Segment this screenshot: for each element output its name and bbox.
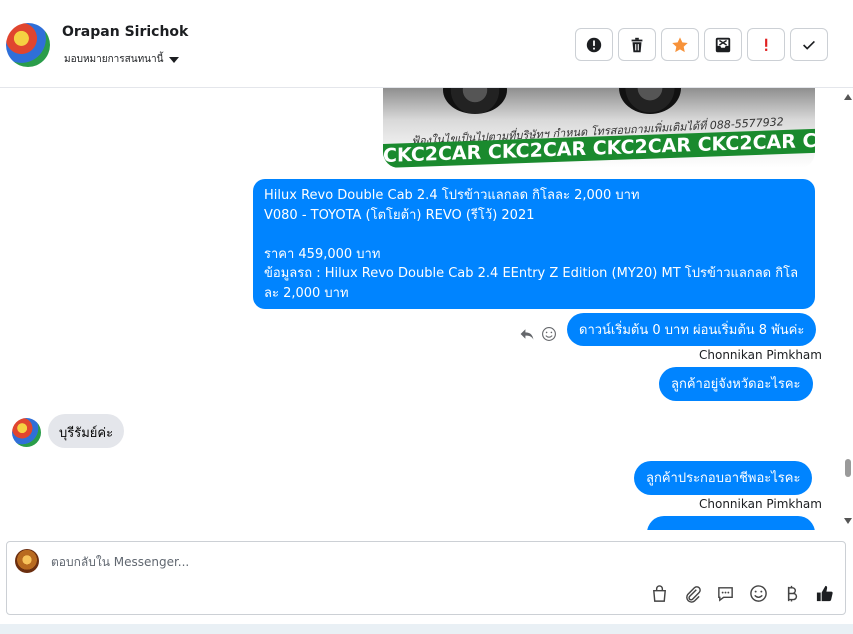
archive-icon [715, 37, 731, 52]
outgoing-message-partial [647, 516, 815, 530]
incoming-message: บุรีรัมย์ค่ะ [48, 414, 125, 448]
send-like-button[interactable] [814, 583, 835, 604]
outgoing-message: ลูกค้าอยู่จังหวัดอะไรคะ [659, 367, 813, 401]
caret-down-icon [169, 56, 180, 63]
emoji-button[interactable] [748, 583, 769, 604]
message-line: ข้อมูลรถ : Hilux Revo Double Cab 2.4 EEn… [264, 266, 799, 301]
outgoing-message: ลูกค้าประกอบอาชีพอะไรคะ [634, 461, 813, 495]
conversation-actions [575, 28, 828, 61]
exclamation-icon [765, 38, 768, 51]
attach-button[interactable] [682, 583, 703, 604]
star-icon [672, 36, 688, 52]
delete-button[interactable] [618, 28, 656, 61]
assign-conversation-dropdown[interactable]: มอบหมายการสนทนานี้ [64, 52, 180, 67]
scroll-down-arrow-icon[interactable] [844, 518, 852, 524]
message-line: ราคา 459,000 บาท [264, 246, 381, 262]
assign-label: มอบหมายการสนทนานี้ [64, 54, 164, 65]
attachment-icon [686, 586, 701, 603]
scroll-up-arrow-icon[interactable] [844, 94, 852, 100]
trash-icon [631, 37, 643, 52]
reply-icon[interactable] [519, 326, 535, 342]
outgoing-message: ดาวน์เริ่มต้น 0 บาท ผ่อนเริ่มต้น 8 พันค่… [567, 313, 817, 346]
contact-avatar[interactable] [6, 23, 50, 67]
conversation-header: Orapan Sirichok มอบหมายการสนทนานี้ [0, 0, 853, 88]
message-line: V080 - TOYOTA (โตโยต้า) REVO (รีโว้) 202… [264, 207, 535, 223]
emoji-icon [750, 585, 767, 602]
page-footer-strip [0, 624, 853, 634]
contact-avatar-small [12, 418, 41, 447]
star-button[interactable] [661, 28, 699, 61]
emoji-reaction-icon[interactable] [541, 326, 557, 342]
message-line [264, 225, 804, 245]
contact-name[interactable]: Orapan Sirichok [62, 24, 188, 40]
car-wheel-left [443, 88, 507, 114]
shop-button[interactable] [649, 583, 670, 604]
car-photo-attachment[interactable]: ฟ้องในไขเป็นไปตามที่บริษัทฯ กำหนด โทรสอบ… [383, 88, 815, 168]
mark-done-button[interactable] [790, 28, 828, 61]
sender-name: Chonnikan Pimkham [699, 497, 822, 511]
composer-tools [649, 583, 835, 604]
message-thread[interactable]: ฟ้องในไขเป็นไปตามที่บริษัทฯ กำหนด โทรสอบ… [0, 88, 853, 530]
alert-icon [586, 37, 602, 52]
bag-icon [653, 585, 666, 602]
message-hover-tools [519, 326, 557, 342]
message-line: Hilux Revo Double Cab 2.4 โปรข้าวแลกลด ก… [264, 188, 640, 203]
scroll-thumb[interactable] [845, 459, 851, 477]
car-listing-message: Hilux Revo Double Cab 2.4 โปรข้าวแลกลด ก… [253, 179, 815, 309]
saved-reply-button[interactable] [715, 583, 736, 604]
archive-button[interactable] [704, 28, 742, 61]
mark-follow-up-button[interactable] [747, 28, 785, 61]
reply-input[interactable] [51, 552, 751, 572]
reply-composer [6, 541, 846, 615]
check-icon [803, 40, 815, 50]
report-spam-button[interactable] [575, 28, 613, 61]
payment-button[interactable] [781, 583, 802, 604]
thread-scrollbar[interactable] [842, 88, 853, 530]
baht-icon [787, 585, 798, 602]
saved-reply-icon [718, 587, 733, 602]
thumbs-up-icon [816, 585, 833, 602]
car-wheel-right [619, 88, 681, 114]
sender-name: Chonnikan Pimkham [699, 348, 822, 362]
page-avatar [15, 549, 39, 573]
